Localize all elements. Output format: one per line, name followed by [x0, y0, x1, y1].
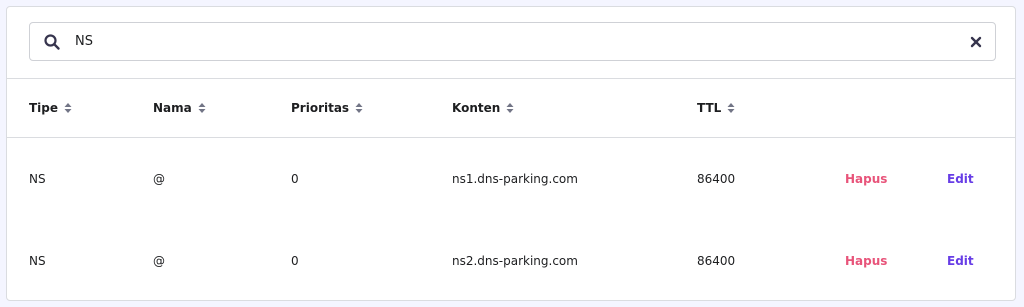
- column-header-prioritas[interactable]: Prioritas: [291, 79, 363, 137]
- table-header: Tipe Nama Prioritas Konten TTL: [7, 79, 1015, 138]
- column-header-label: Prioritas: [291, 101, 350, 115]
- dns-records-card: Tipe Nama Prioritas Konten TTL NS @ 0 ns…: [6, 6, 1016, 301]
- table-row: NS @ 0 ns2.dns-parking.com 86400 Hapus E…: [7, 220, 1015, 302]
- cell-nama: @: [153, 172, 165, 186]
- sort-icon: [64, 102, 72, 114]
- column-header-label: Konten: [452, 101, 501, 115]
- cell-nama: @: [153, 254, 165, 268]
- search-icon: [43, 33, 61, 51]
- cell-ttl: 86400: [697, 254, 736, 268]
- cell-konten: ns2.dns-parking.com: [452, 254, 578, 268]
- column-header-tipe[interactable]: Tipe: [29, 79, 72, 137]
- cell-tipe: NS: [29, 254, 46, 268]
- column-header-label: TTL: [697, 101, 722, 115]
- delete-button[interactable]: Hapus: [845, 138, 887, 220]
- search-box[interactable]: [29, 22, 996, 61]
- column-header-label: Tipe: [29, 101, 59, 115]
- edit-button[interactable]: Edit: [947, 220, 974, 302]
- sort-icon: [355, 102, 363, 114]
- table-row: NS @ 0 ns1.dns-parking.com 86400 Hapus E…: [7, 138, 1015, 220]
- column-header-ttl[interactable]: TTL: [697, 79, 735, 137]
- column-header-konten[interactable]: Konten: [452, 79, 514, 137]
- sort-icon: [198, 102, 206, 114]
- edit-button[interactable]: Edit: [947, 138, 974, 220]
- cell-ttl: 86400: [697, 172, 736, 186]
- search-input[interactable]: [75, 34, 969, 49]
- column-header-nama[interactable]: Nama: [153, 79, 206, 137]
- search-section: [7, 7, 1015, 79]
- cell-konten: ns1.dns-parking.com: [452, 172, 578, 186]
- sort-icon: [506, 102, 514, 114]
- cell-prioritas: 0: [291, 172, 299, 186]
- close-icon[interactable]: [969, 35, 983, 49]
- cell-prioritas: 0: [291, 254, 299, 268]
- column-header-label: Nama: [153, 101, 192, 115]
- sort-icon: [727, 102, 735, 114]
- delete-button[interactable]: Hapus: [845, 220, 887, 302]
- cell-tipe: NS: [29, 172, 46, 186]
